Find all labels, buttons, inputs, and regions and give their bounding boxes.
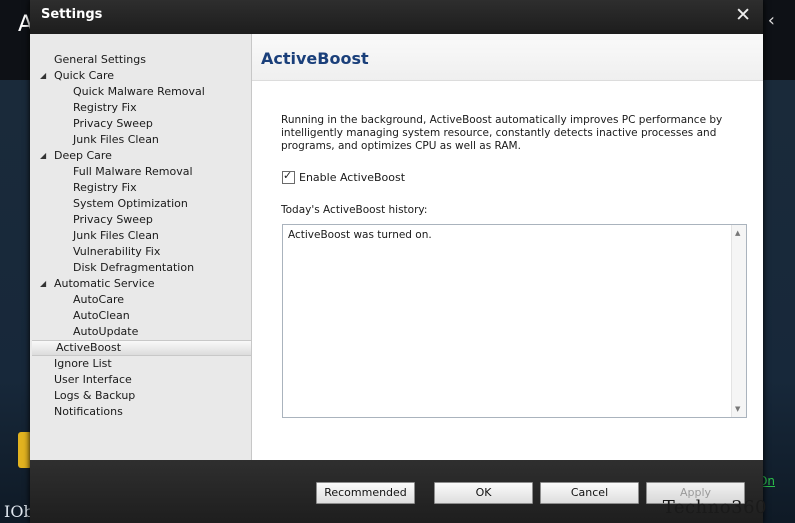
sidebar-item[interactable]: Junk Files Clean xyxy=(30,228,251,244)
dialog-footer: Recommended OK Cancel Apply xyxy=(30,460,763,523)
sidebar-item-label: Vulnerability Fix xyxy=(73,245,161,258)
activeboost-description: Running in the background, ActiveBoost a… xyxy=(281,114,723,152)
sidebar-item[interactable]: Registry Fix xyxy=(30,100,251,116)
sidebar-item-label: Quick Malware Removal xyxy=(73,85,205,98)
expand-triangle-icon[interactable]: ◢ xyxy=(40,276,46,292)
sidebar-item-label: Quick Care xyxy=(54,69,115,82)
sidebar-item-label: Disk Defragmentation xyxy=(73,261,195,274)
sidebar-item[interactable]: Full Malware Removal xyxy=(30,164,251,180)
sidebar-item[interactable]: Ignore List xyxy=(30,356,251,372)
cancel-button[interactable]: Cancel xyxy=(540,482,639,504)
sidebar-item-label: Deep Care xyxy=(54,149,112,162)
dialog-title: Settings xyxy=(41,7,103,22)
sidebar-item[interactable]: AutoUpdate xyxy=(30,324,251,340)
sidebar-item[interactable]: ◢ Deep Care xyxy=(30,148,251,164)
sidebar-item[interactable]: ◢ Quick Care xyxy=(30,68,251,84)
history-scrollbar[interactable]: ▲ ▼ xyxy=(731,225,746,417)
sidebar-item-label: Privacy Sweep xyxy=(73,213,153,226)
scroll-down-icon[interactable]: ▼ xyxy=(735,405,740,413)
sidebar-item-label: System Optimization xyxy=(73,197,188,210)
enable-activeboost-label: Enable ActiveBoost xyxy=(299,171,406,184)
sidebar-item[interactable]: System Optimization xyxy=(30,196,251,212)
sidebar-item[interactable]: Privacy Sweep xyxy=(30,212,251,228)
sidebar-item[interactable]: Registry Fix xyxy=(30,180,251,196)
sidebar-item[interactable]: Vulnerability Fix xyxy=(30,244,251,260)
sidebar-item-label: AutoClean xyxy=(73,309,130,322)
sidebar-item[interactable]: User Interface xyxy=(30,372,251,388)
sidebar-item[interactable]: AutoCare xyxy=(30,292,251,308)
background-close-icon: ‹ xyxy=(767,10,775,31)
sidebar-item-label: Full Malware Removal xyxy=(73,165,193,178)
sidebar-item[interactable]: ◢ Automatic Service xyxy=(30,276,251,292)
history-textbox[interactable]: ActiveBoost was turned on. ▲ ▼ xyxy=(282,224,747,418)
settings-dialog: Settings ✕ General Settings ◢ Quick Care Qu… xyxy=(30,0,763,523)
settings-nav-tree: General Settings ◢ Quick Care Quick Malware… xyxy=(30,34,251,420)
dialog-titlebar: Settings ✕ xyxy=(30,0,763,34)
sidebar-item-label: Registry Fix xyxy=(73,181,137,194)
recommended-button[interactable]: Recommended xyxy=(316,482,415,504)
sidebar-item-label: Privacy Sweep xyxy=(73,117,153,130)
sidebar-item-label: AutoUpdate xyxy=(73,325,139,338)
sidebar-item-label: General Settings xyxy=(54,53,146,66)
sidebar-item-label: Logs & Backup xyxy=(54,389,136,402)
ok-button[interactable]: OK xyxy=(434,482,533,504)
sidebar-item[interactable]: AutoClean xyxy=(30,308,251,324)
enable-activeboost-checkbox[interactable]: Enable ActiveBoost xyxy=(282,169,406,184)
sidebar-item-label: Junk Files Clean xyxy=(73,229,159,242)
sidebar-item[interactable]: Notifications xyxy=(30,404,251,420)
sidebar-item[interactable]: Logs & Backup xyxy=(30,388,251,404)
sidebar-item-label: Notifications xyxy=(54,405,123,418)
sidebar-item-label: Junk Files Clean xyxy=(73,133,159,146)
sidebar-item[interactable]: General Settings xyxy=(30,52,251,68)
close-icon[interactable]: ✕ xyxy=(735,4,751,26)
sidebar-item-label: Registry Fix xyxy=(73,101,137,114)
scroll-up-icon[interactable]: ▲ xyxy=(735,229,740,237)
history-label: Today's ActiveBoost history: xyxy=(281,204,428,216)
sidebar-item-label: AutoCare xyxy=(73,293,125,306)
page-title: ActiveBoost xyxy=(261,49,369,68)
sidebar-item-label: ActiveBoost xyxy=(56,341,122,354)
checkbox-checked-icon[interactable] xyxy=(282,169,295,184)
sidebar-item-label: Ignore List xyxy=(54,357,112,370)
sidebar-item-label: User Interface xyxy=(54,373,132,386)
sidebar-item[interactable]: Junk Files Clean xyxy=(30,132,251,148)
history-text: ActiveBoost was turned on. xyxy=(288,229,432,241)
expand-triangle-icon[interactable]: ◢ xyxy=(40,68,46,84)
content-header: ActiveBoost xyxy=(252,34,763,81)
sidebar-item[interactable]: Disk Defragmentation xyxy=(30,260,251,276)
expand-triangle-icon[interactable]: ◢ xyxy=(40,148,46,164)
watermark: Techno360 xyxy=(662,497,767,518)
sidebar-item-label: Automatic Service xyxy=(54,277,155,290)
sidebar-item[interactable]: ActiveBoost xyxy=(32,340,251,356)
sidebar-item[interactable]: Quick Malware Removal xyxy=(30,84,251,100)
settings-sidebar: General Settings ◢ Quick Care Quick Malware… xyxy=(30,34,252,460)
settings-content: ActiveBoost Running in the background, A… xyxy=(252,34,763,460)
sidebar-item[interactable]: Privacy Sweep xyxy=(30,116,251,132)
